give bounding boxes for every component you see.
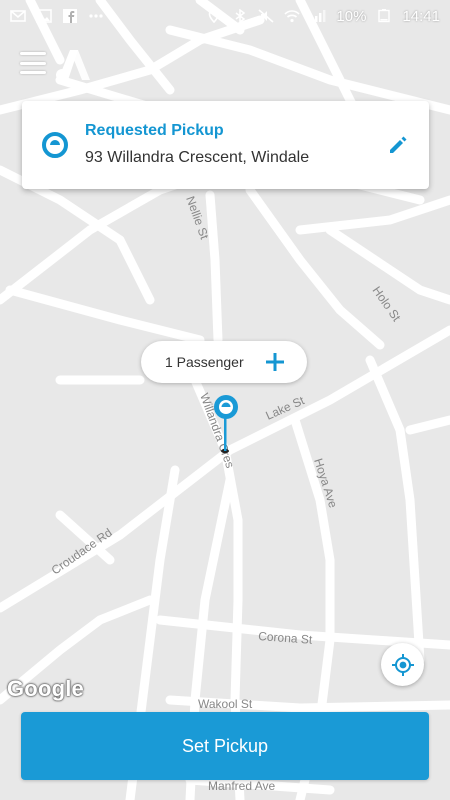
menu-icon[interactable] <box>20 52 46 74</box>
my-location-button[interactable] <box>381 643 424 686</box>
facebook-icon <box>63 9 77 23</box>
pickup-pin-icon <box>214 395 238 454</box>
pickup-address: 93 Willandra Crescent, Windale <box>85 149 310 166</box>
app-logo <box>56 50 90 81</box>
status-right: 10% 14:41 <box>206 8 440 25</box>
status-left <box>10 9 104 23</box>
passenger-count-label: 1 Passenger <box>165 354 244 370</box>
signal-icon <box>311 10 326 22</box>
my-location-icon <box>391 653 414 676</box>
clock: 14:41 <box>402 7 440 25</box>
google-attribution: Google <box>7 676 84 701</box>
svg-text:Wakool St: Wakool St <box>198 697 253 711</box>
set-pickup-button[interactable]: Set Pickup <box>21 712 429 780</box>
pickup-title: Requested Pickup <box>85 122 224 139</box>
battery-icon <box>378 9 391 23</box>
location-icon <box>209 9 220 23</box>
pencil-icon[interactable] <box>387 134 409 156</box>
bluetooth-icon <box>235 9 246 23</box>
mail-icon <box>10 10 26 22</box>
pickup-card[interactable]: Requested Pickup 93 Willandra Crescent, … <box>22 101 429 189</box>
pickup-marker-icon <box>42 132 68 158</box>
battery-percent: 10% <box>336 7 367 25</box>
more-icon <box>89 14 103 18</box>
image-icon <box>36 9 52 23</box>
mute-icon <box>258 9 274 23</box>
wifi-icon <box>284 10 300 23</box>
status-bar: 10% 14:41 <box>0 0 450 32</box>
passenger-selector[interactable]: 1 Passenger <box>141 341 307 383</box>
svg-text:Manfred Ave: Manfred Ave <box>208 779 275 793</box>
plus-icon[interactable] <box>265 352 285 372</box>
